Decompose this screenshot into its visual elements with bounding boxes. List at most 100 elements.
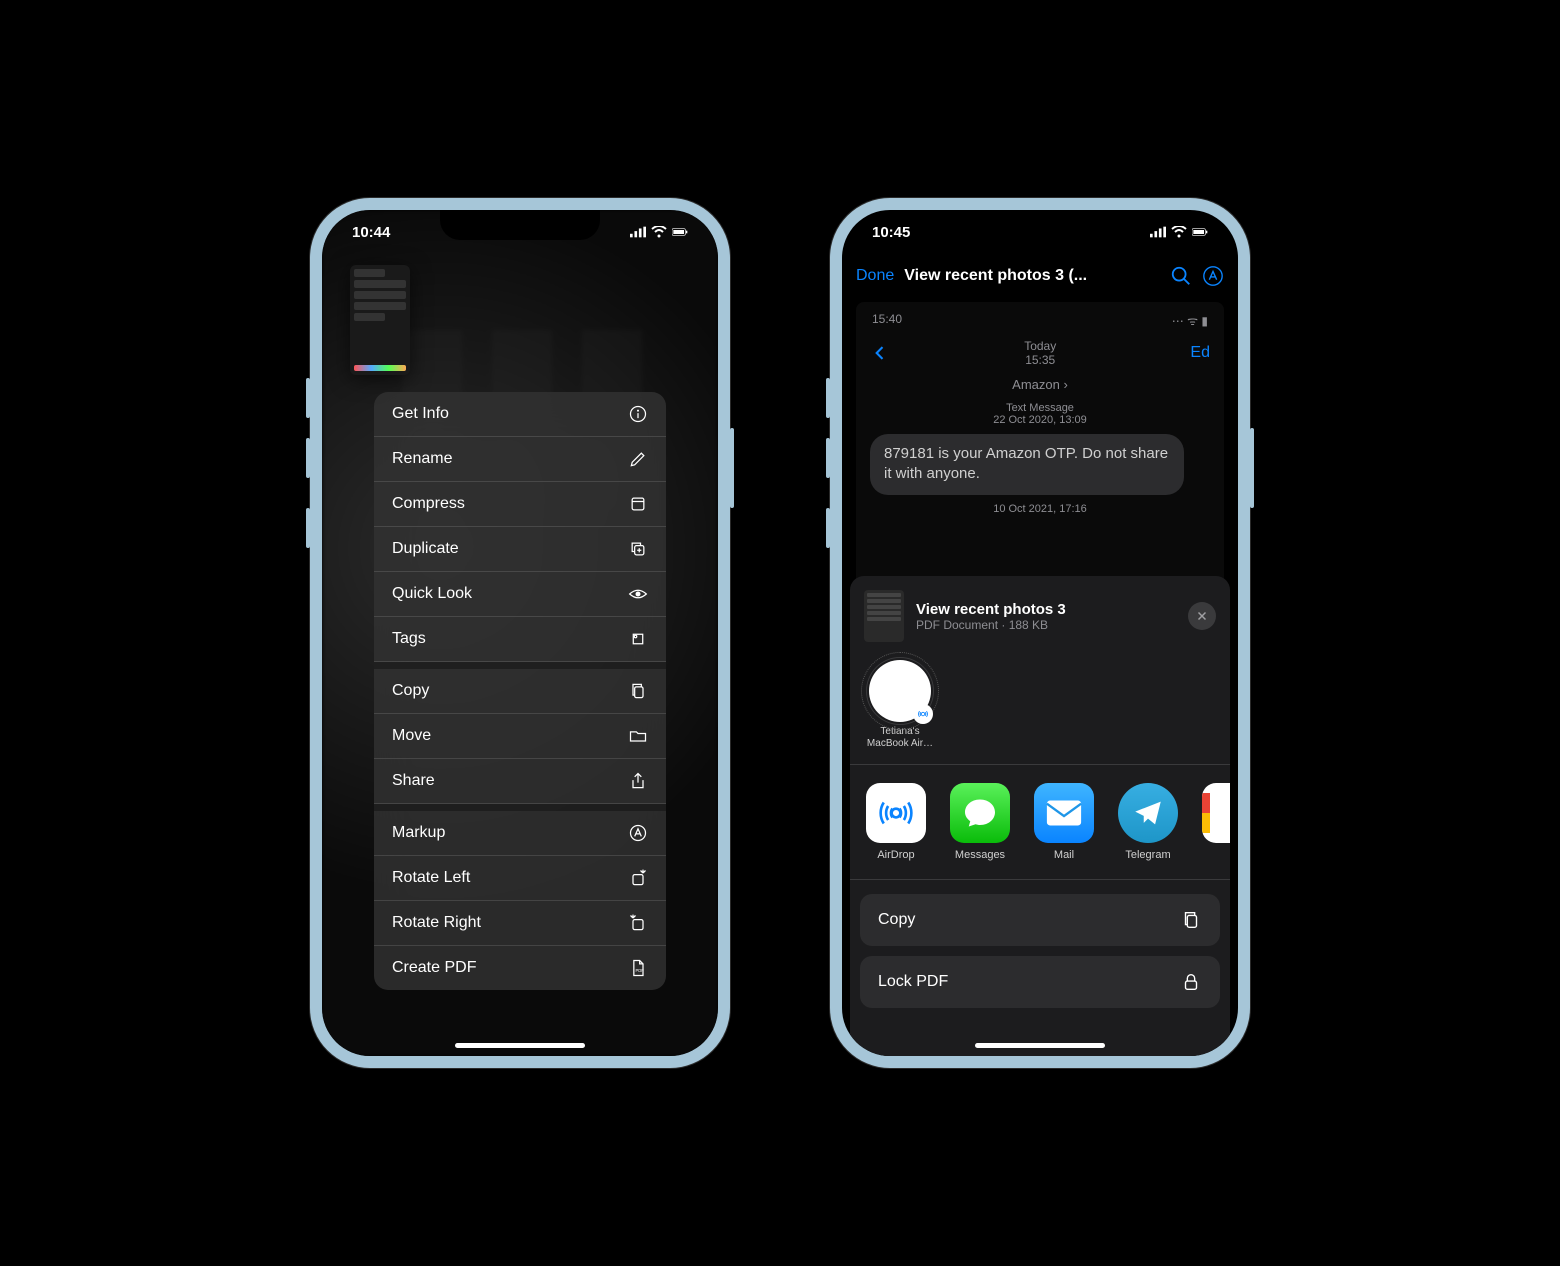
cellular-icon [1150,226,1166,238]
folder-icon [628,726,648,746]
menu-duplicate[interactable]: Duplicate [374,527,666,572]
file-preview-thumbnail[interactable] [350,265,410,375]
nav-title: View recent photos 3 (... [904,267,1160,285]
markup-icon [628,823,648,843]
mail-icon [1045,799,1083,827]
close-button[interactable] [1188,602,1216,630]
doc-today-label: Today [1024,339,1056,353]
battery-icon [1192,226,1208,238]
menu-label: Quick Look [392,585,472,603]
share-app-row[interactable]: AirDrop Messages Mail [850,765,1230,880]
share-sheet: View recent photos 3 PDF Document · 188 … [850,576,1230,1056]
archive-icon [628,494,648,514]
share-title: View recent photos 3 [916,601,1176,618]
share-app-airdrop[interactable]: AirDrop [864,783,928,861]
phone-left: 10:44 Get Info Rename Comp [310,198,730,1068]
copy-icon [1180,909,1202,931]
share-app-more[interactable] [1200,783,1230,861]
airdrop-target[interactable]: Tetiana's MacBook Air… [864,660,936,750]
menu-label: Rotate Left [392,869,470,887]
menu-copy[interactable]: Copy [374,669,666,714]
status-icons [1150,226,1208,238]
airdrop-icon [875,792,917,834]
share-header: View recent photos 3 PDF Document · 188 … [850,576,1230,654]
menu-rotate-left[interactable]: Rotate Left [374,856,666,901]
search-icon[interactable] [1170,265,1192,287]
menu-label: Create PDF [392,959,476,977]
share-app-telegram[interactable]: Telegram [1116,783,1180,861]
airdrop-badge-icon [916,707,930,721]
share-thumbnail [864,590,904,642]
action-copy[interactable]: Copy [860,894,1220,946]
markup-nav-icon[interactable] [1202,265,1224,287]
wifi-icon [1171,226,1187,238]
wifi-icon [651,226,667,238]
menu-compress[interactable]: Compress [374,482,666,527]
menu-label: Get Info [392,405,449,423]
info-icon [628,404,648,424]
doc-today-time: 15:35 [1024,353,1056,367]
doc-edit-label: Ed [1190,344,1210,362]
status-time: 10:44 [352,224,390,241]
app-label: AirDrop [864,849,928,861]
telegram-icon [1131,796,1165,830]
menu-share[interactable]: Share [374,759,666,804]
phone-right: 10:45 Done View recent photos 3 (... 15:… [830,198,1250,1068]
notch [440,210,600,240]
app-label: Mail [1032,849,1096,861]
status-icons [630,226,688,238]
battery-icon [672,226,688,238]
menu-quick-look[interactable]: Quick Look [374,572,666,617]
doc-msg-meta-type: Text Message [856,402,1224,414]
menu-rename[interactable]: Rename [374,437,666,482]
menu-move[interactable]: Move [374,714,666,759]
duplicate-icon [628,539,648,559]
action-lock-pdf[interactable]: Lock PDF [860,956,1220,1008]
action-label: Copy [878,911,915,929]
airdrop-targets: Tetiana's MacBook Air… [850,654,1230,765]
status-time: 10:45 [872,224,910,241]
menu-label: Markup [392,824,445,842]
doc-msg-meta-date: 22 Oct 2020, 13:09 [856,414,1224,426]
share-subtitle: PDF Document · 188 KB [916,618,1176,632]
doc-msg-date2: 10 Oct 2021, 17:16 [856,503,1224,515]
screen-right: 10:45 Done View recent photos 3 (... 15:… [842,210,1238,1056]
menu-tags[interactable]: Tags [374,617,666,662]
share-app-mail[interactable]: Mail [1032,783,1096,861]
screen-left: 10:44 Get Info Rename Comp [322,210,718,1056]
close-icon [1195,609,1209,623]
menu-rotate-right[interactable]: Rotate Right [374,901,666,946]
lock-icon [1180,971,1202,993]
menu-create-pdf[interactable]: Create PDF PDF [374,946,666,990]
doc-inner-status-icons: ⋯ ᯤ ▮ [1172,312,1208,329]
menu-label: Share [392,772,435,790]
app-label: Messages [948,849,1012,861]
rotate-right-icon [628,913,648,933]
doc-contact: Amazon › [856,377,1224,392]
pencil-icon [628,449,648,469]
doc-inner-time: 15:40 [872,312,902,329]
menu-label: Tags [392,630,426,648]
airdrop-avatar [869,660,931,722]
menu-label: Compress [392,495,465,513]
message-bubble: 879181 is your Amazon OTP. Do not share … [870,434,1184,495]
pdf-icon: PDF [628,958,648,978]
back-chevron-icon [870,343,890,363]
action-label: Lock PDF [878,973,948,991]
menu-label: Rotate Right [392,914,481,932]
copy-icon [628,681,648,701]
home-indicator[interactable] [455,1043,585,1048]
menu-label: Copy [392,682,429,700]
share-app-messages[interactable]: Messages [948,783,1012,861]
context-menu: Get Info Rename Compress Duplicate Quick… [374,392,666,990]
menu-markup[interactable]: Markup [374,811,666,856]
menu-get-info[interactable]: Get Info [374,392,666,437]
share-icon [628,771,648,791]
messages-icon [962,795,998,831]
tag-icon [628,629,648,649]
nav-bar: Done View recent photos 3 (... [842,254,1238,298]
done-button[interactable]: Done [856,267,894,285]
notch [960,210,1120,240]
cellular-icon [630,226,646,238]
home-indicator[interactable] [975,1043,1105,1048]
